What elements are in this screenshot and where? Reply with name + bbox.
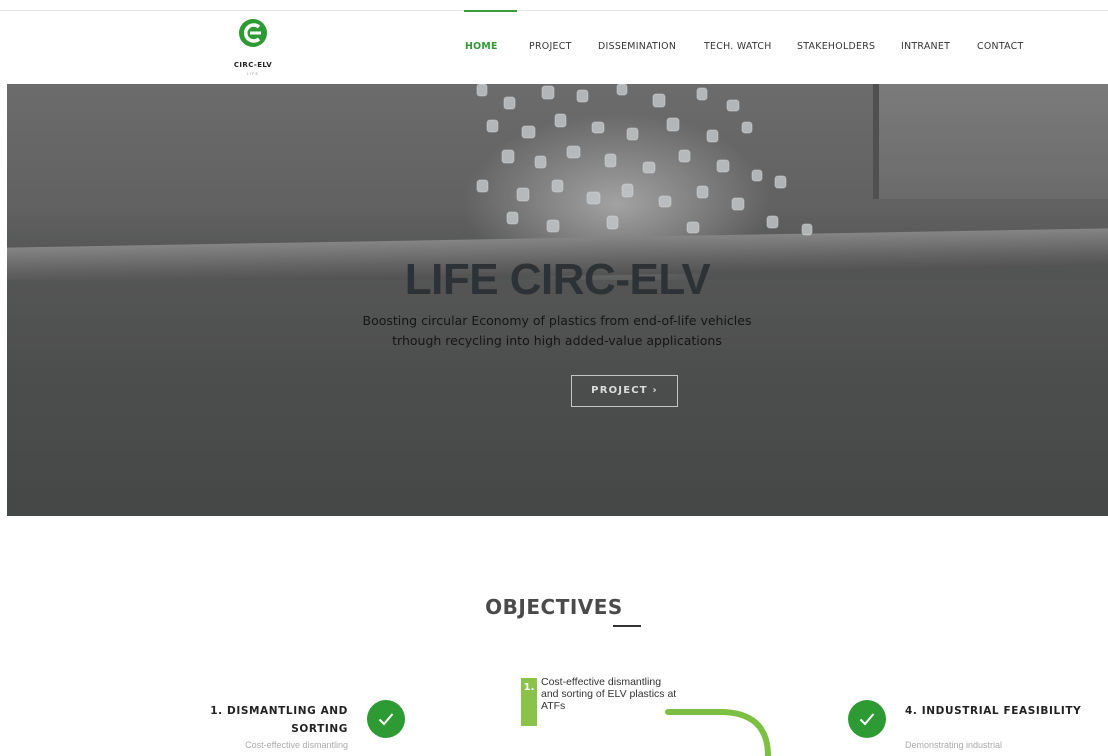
diagram-step-number: 1.	[521, 678, 537, 726]
logo-subtext: LIFE	[246, 71, 260, 76]
diagram-connector-line	[665, 709, 771, 756]
nav-intranet[interactable]: INTRANET	[901, 11, 977, 84]
circ-elv-logo-icon	[239, 19, 267, 47]
hero-title: LIFE CIRC-ELV	[404, 255, 711, 305]
nav-dissemination[interactable]: DISSEMINATION	[598, 11, 704, 84]
objective-industrial-title: 4. INDUSTRIAL FEASIBILITY	[905, 705, 1082, 717]
objectives-divider	[613, 625, 641, 627]
objective-dismantling-desc: Cost-effective dismantling	[245, 740, 348, 750]
nav-contact[interactable]: CONTACT	[977, 11, 1037, 84]
nav-tech-watch[interactable]: TECH. WATCH	[704, 11, 797, 84]
nav-stakeholders[interactable]: STAKEHOLDERS	[797, 11, 901, 84]
hero-subtitle: Boosting circular Economy of plastics fr…	[362, 312, 752, 348]
objective-industrial-desc: Demonstrating industrial	[905, 740, 1003, 750]
project-button[interactable]: PROJECT ›	[571, 375, 678, 407]
nav-home[interactable]: HOME	[464, 10, 529, 84]
check-circle-icon	[848, 700, 886, 738]
logo-text: CIRC-ELV	[233, 61, 273, 69]
check-circle-icon	[367, 700, 405, 738]
objective-dismantling-title: 1. DISMANTLING AND SORTING	[210, 705, 348, 735]
hero-banner: LIFE CIRC-ELV Boosting circular Economy …	[7, 84, 1108, 516]
main-nav: HOME PROJECT DISSEMINATION TECH. WATCH S…	[464, 10, 1037, 84]
objectives-heading: OBJECTIVES	[485, 594, 623, 619]
nav-project[interactable]: PROJECT	[529, 11, 598, 84]
site-logo[interactable]: CIRC-ELV LIFE	[229, 18, 277, 76]
